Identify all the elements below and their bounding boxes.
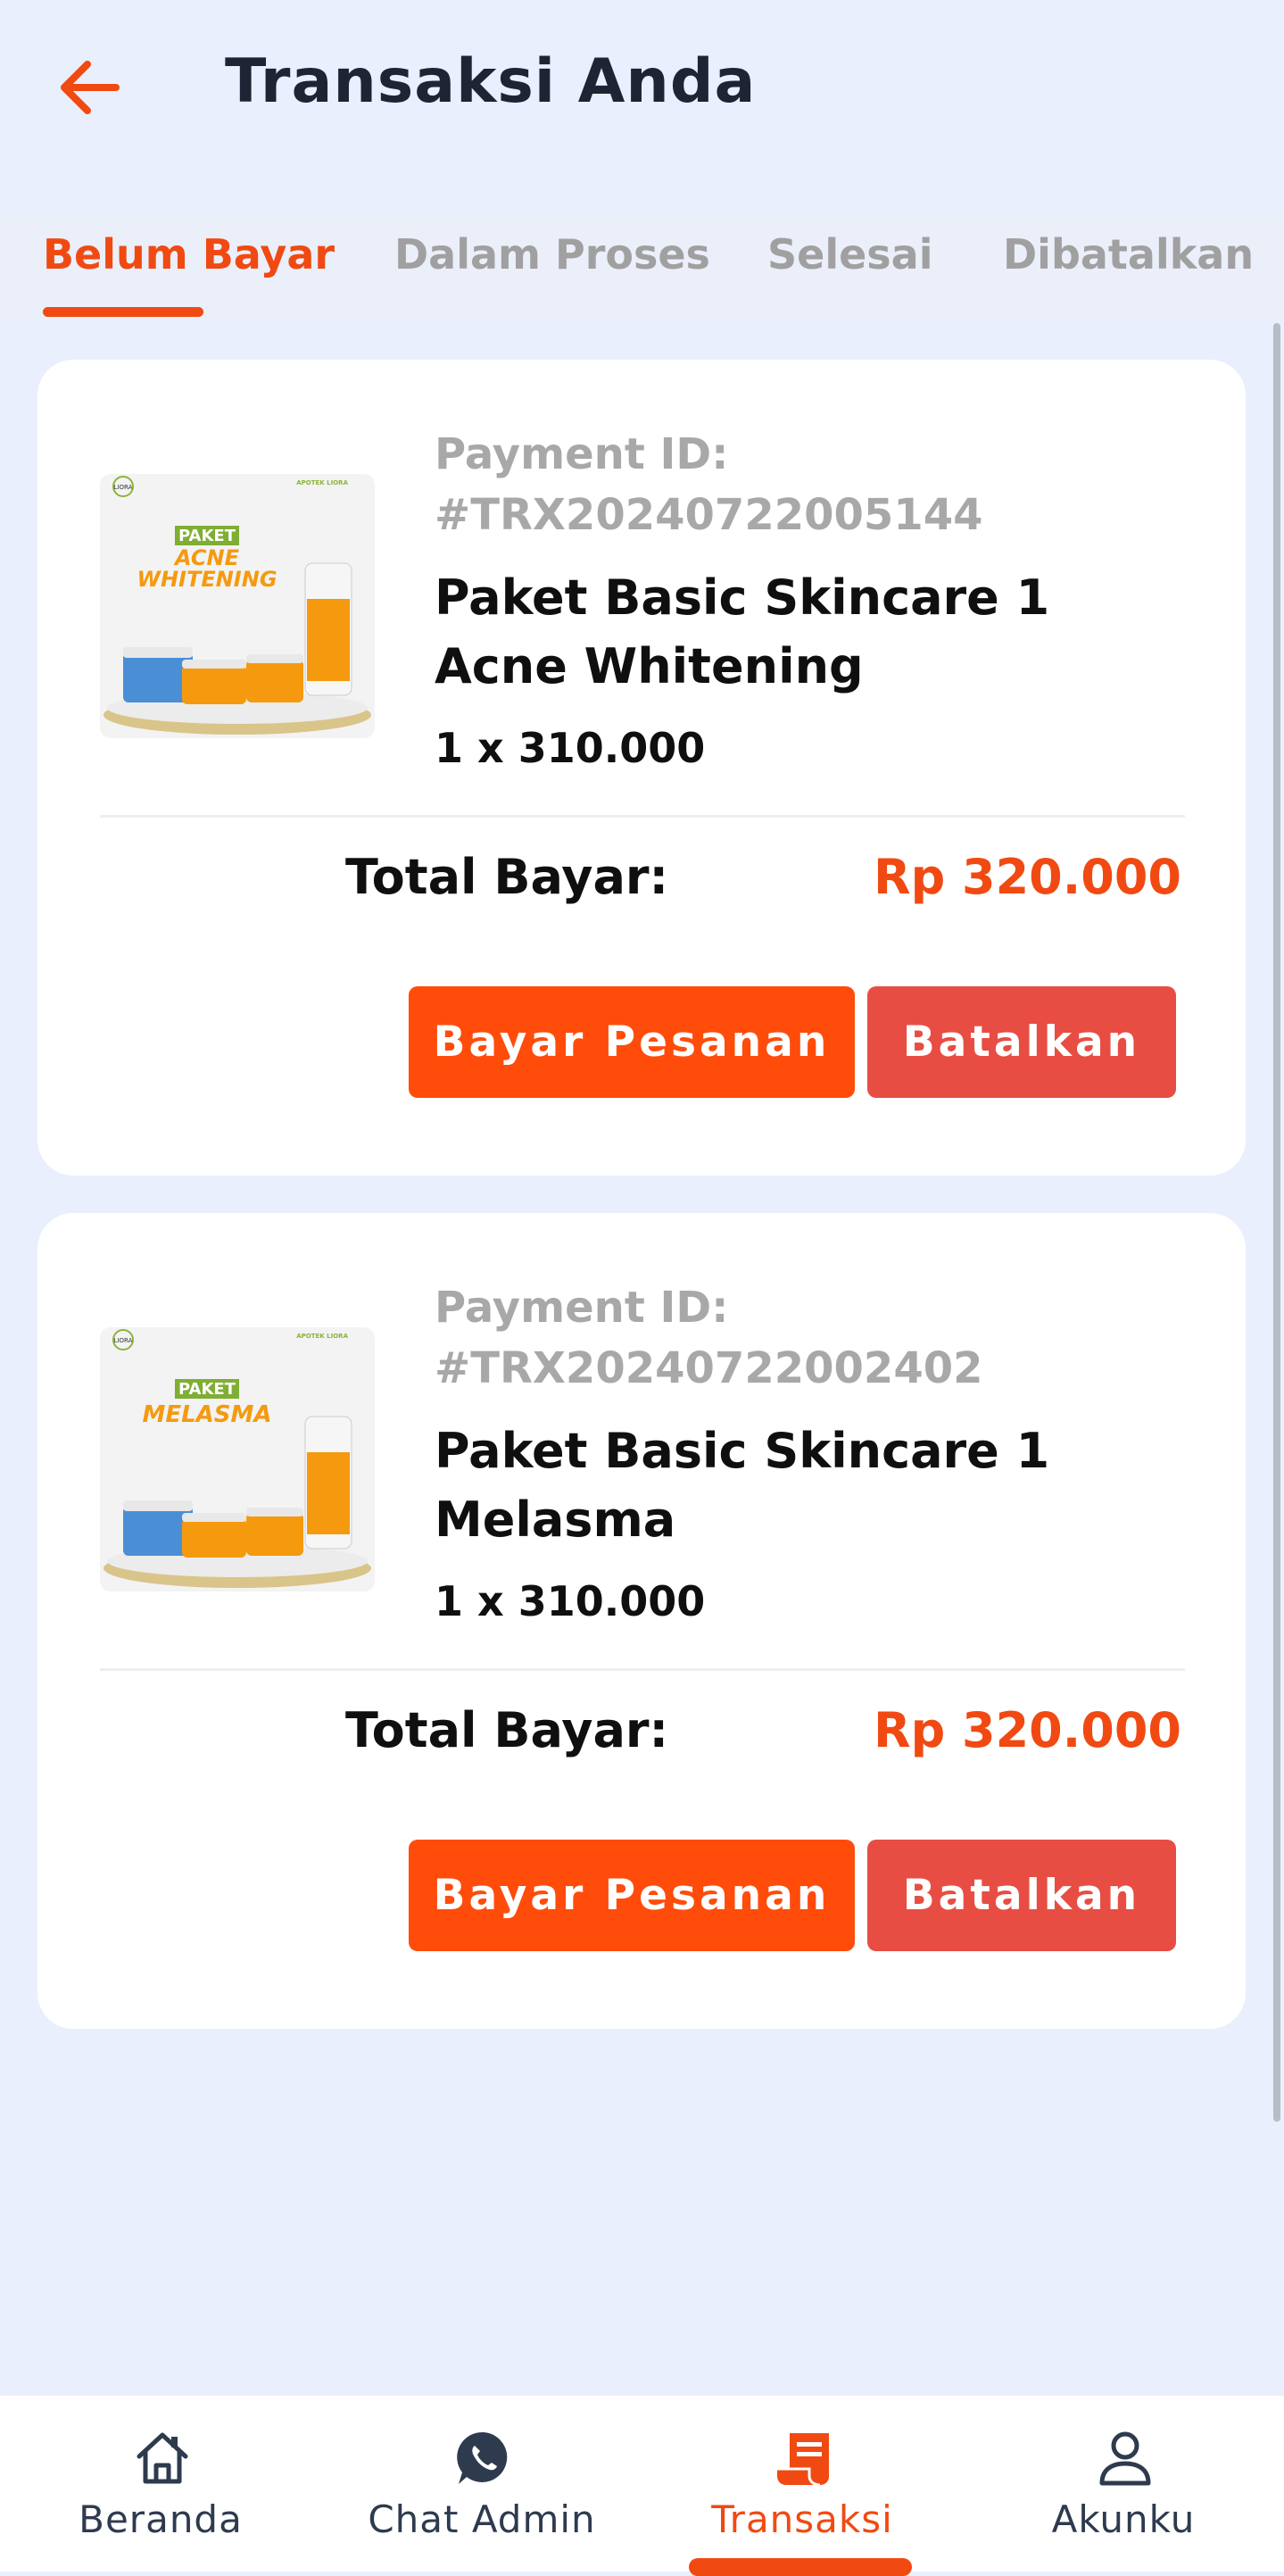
cancel-order-button[interactable]: Batalkan: [867, 1840, 1176, 1951]
app-header: Transaksi Anda: [0, 0, 1284, 179]
product-image: LIORA APOTEK LIORA PAKET MELASMA: [100, 1327, 375, 1591]
product-image: LIORA APOTEK LIORA PAKET ACNE WHITENING: [100, 474, 375, 738]
tab-dalam-proses[interactable]: Dalam Proses: [394, 230, 710, 278]
scrollbar[interactable]: [1273, 323, 1280, 2122]
home-icon: [137, 2432, 188, 2484]
pay-order-button[interactable]: Bayar Pesanan: [409, 1840, 855, 1951]
order-card: LIORA APOTEK LIORA PAKET MELASMA Payment…: [37, 1213, 1246, 2029]
user-icon: [1099, 2431, 1151, 2486]
back-arrow-icon[interactable]: [54, 52, 125, 123]
svg-text:WHITENING: WHITENING: [137, 567, 277, 592]
nav-item-akunku[interactable]: Akunku: [963, 2396, 1284, 2572]
total-label: Total Bayar:: [345, 849, 669, 905]
tab-belum-bayar[interactable]: Belum Bayar: [43, 230, 335, 278]
svg-text:MELASMA: MELASMA: [142, 1401, 271, 1428]
active-tab-indicator: [43, 307, 203, 317]
divider: [100, 815, 1185, 818]
divider: [100, 1668, 1185, 1671]
nav-label: Transaksi: [711, 2497, 893, 2541]
payment-id-label: Payment ID:: [435, 1283, 729, 1333]
nav-label: Chat Admin: [368, 2497, 596, 2541]
nav-label: Akunku: [1051, 2497, 1196, 2541]
tab-selesai[interactable]: Selesai: [767, 230, 932, 278]
nav-item-chat-admin[interactable]: Chat Admin: [321, 2396, 642, 2572]
active-nav-indicator: [689, 2558, 912, 2576]
payment-id-value: #TRX20240722005144: [435, 490, 983, 540]
bottom-navigation: Beranda Chat Admin Transaksi Akunku: [0, 2396, 1284, 2572]
total-amount: Rp 320.000: [874, 1702, 1181, 1758]
product-quantity: 1 x 310.000: [435, 724, 706, 772]
product-quantity: 1 x 310.000: [435, 1577, 706, 1625]
svg-text:PAKET: PAKET: [178, 527, 236, 545]
cancel-order-button[interactable]: Batalkan: [867, 986, 1176, 1098]
nav-item-beranda[interactable]: Beranda: [0, 2396, 321, 2572]
brand-logo-text: LIORA: [114, 484, 133, 491]
order-card: LIORA APOTEK LIORA PAKET ACNE WHITENING …: [37, 360, 1246, 1176]
payment-id-value: #TRX20240722002402: [435, 1343, 983, 1393]
product-name: Paket Basic Skincare 1 Acne Whitening: [435, 569, 1050, 694]
payment-id-label: Payment ID:: [435, 429, 729, 479]
pay-order-button[interactable]: Bayar Pesanan: [409, 986, 855, 1098]
page-title: Transaksi Anda: [225, 46, 757, 117]
svg-text:APOTEK LIORA: APOTEK LIORA: [296, 1333, 348, 1340]
receipt-icon: [777, 2433, 829, 2487]
total-amount: Rp 320.000: [874, 849, 1181, 905]
brand-logo-text: LIORA: [114, 1337, 133, 1344]
whatsapp-icon: [457, 2431, 508, 2484]
svg-text:APOTEK LIORA: APOTEK LIORA: [296, 479, 348, 486]
product-name: Paket Basic Skincare 1 Melasma: [435, 1423, 1050, 1548]
nav-label: Beranda: [79, 2497, 243, 2541]
total-label: Total Bayar:: [345, 1702, 669, 1758]
tab-dibatalkan[interactable]: Dibatalkan: [1003, 230, 1254, 278]
svg-text:PAKET: PAKET: [178, 1380, 236, 1399]
nav-item-transaksi[interactable]: Transaksi: [642, 2396, 963, 2572]
status-tabs: Belum Bayar Dalam Proses Selesai Dibatal…: [0, 214, 1284, 320]
